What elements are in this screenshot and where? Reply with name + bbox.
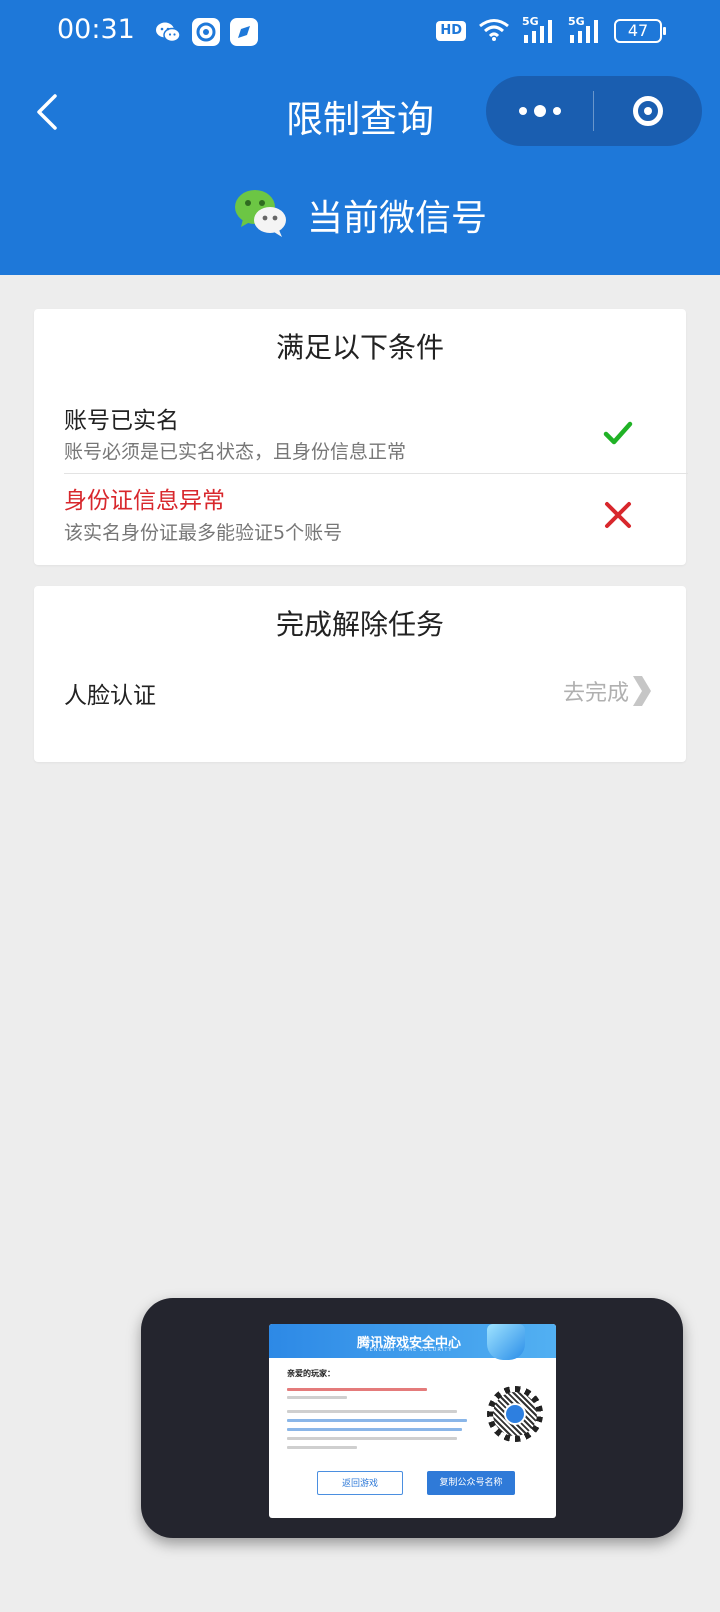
qr-code-icon [487,1386,543,1442]
preview-text-line [287,1410,457,1413]
wechat-logo-icon [233,187,289,243]
preview-text-line [287,1419,467,1422]
condition-title: 账号已实名 [64,408,179,434]
face-verify-button[interactable]: 去完成 [563,674,653,708]
return-to-game-button: 返回游戏 [317,1471,403,1495]
status-bar: 00:31 HD 5G 5G 47 [0,0,720,64]
preview-text-line [287,1437,457,1440]
floating-window-preview[interactable]: 腾讯游戏安全中心 TENCENT GAME SECURITY 亲爱的玩家： 返回… [141,1298,683,1538]
more-dots-icon [518,107,527,115]
preview-thumbnail: 腾讯游戏安全中心 TENCENT GAME SECURITY 亲爱的玩家： 返回… [269,1324,556,1518]
status-app-icons [154,18,258,46]
browser-notification-icon [230,18,258,46]
tasks-title: 完成解除任务 [275,608,444,641]
target-close-icon [633,96,663,126]
check-icon [600,415,636,451]
task-label: 人脸认证 [64,683,156,709]
wechat-notification-icon [154,18,182,46]
hd-badge: HD [436,21,466,41]
battery-icon: 47 [614,19,666,43]
condition-desc: 账号必须是已实名状态，且身份信息正常 [64,441,407,463]
preview-text-line [287,1396,347,1399]
tasks-card: 完成解除任务 人脸认证 去完成 [34,586,686,762]
more-dots-icon [552,107,561,115]
status-indicators: HD 5G 5G 47 [436,15,666,45]
close-miniprogram-button[interactable] [594,76,702,146]
current-account: 当前微信号 [0,185,720,245]
shield-icon [487,1324,525,1360]
preview-greeting: 亲爱的玩家： [287,1369,335,1378]
preview-text-line [287,1388,427,1391]
preview-subtitle: TENCENT GAME SECURITY [365,1347,453,1353]
signal-icon: 5G [522,15,556,45]
cross-icon [600,497,636,533]
task-action-label: 去完成 [562,681,629,706]
conditions-title: 满足以下条件 [275,331,444,364]
divider [64,473,688,474]
app-notification-icon [192,18,220,46]
wifi-icon [478,17,510,45]
conditions-card: 满足以下条件 账号已实名 账号必须是已实名状态，且身份信息正常 身份证信息异常 … [34,309,688,565]
miniprogram-capsule [486,76,702,146]
more-dots-icon [533,105,546,117]
preview-text-line [287,1446,357,1449]
preview-text-line [287,1428,462,1431]
condition-title: 身份证信息异常 [64,488,225,514]
status-time: 00:31 [57,14,135,45]
condition-desc: 该实名身份证最多能验证5个账号 [64,522,343,544]
chevron-right-icon [633,676,651,706]
battery-level: 47 [627,21,649,40]
more-button[interactable] [486,76,593,146]
account-label: 当前微信号 [306,198,487,239]
header-bar: 00:31 HD 5G 5G 47 限制查询 当前微信号 [0,0,720,275]
qr-logo-icon [504,1403,526,1425]
signal-icon: 5G [568,15,602,45]
copy-account-name-button: 复制公众号名称 [427,1471,515,1495]
